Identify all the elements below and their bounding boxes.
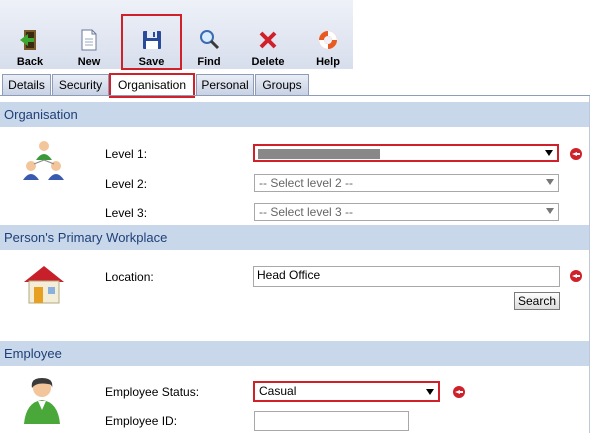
save-label: Save <box>138 56 165 68</box>
new-document-icon <box>81 29 97 51</box>
employee-avatar-icon <box>24 378 60 424</box>
tab-personal[interactable]: Personal <box>196 74 254 95</box>
lifebuoy-icon <box>319 31 337 49</box>
chevron-down-icon <box>546 208 554 214</box>
new-button[interactable]: New <box>64 26 114 68</box>
section-employee-header: Employee <box>0 341 590 366</box>
tab-divider <box>0 95 590 96</box>
location-field[interactable]: Head Office <box>253 266 560 287</box>
level2-select-value: -- Select level 2 -- <box>259 176 354 190</box>
section-organisation-header: Organisation <box>0 102 590 127</box>
level1-label: Level 1: <box>105 147 148 161</box>
tab-groups[interactable]: Groups <box>255 74 309 95</box>
back-button[interactable]: Back <box>5 26 55 68</box>
delete-x-icon <box>259 31 277 49</box>
level1-redacted-value <box>258 149 380 159</box>
help-label: Help <box>316 56 340 68</box>
toolbar-spacer <box>353 0 590 69</box>
back-door-icon <box>20 30 36 50</box>
search-button[interactable]: Search <box>514 292 560 310</box>
help-button[interactable]: Help <box>303 26 353 68</box>
level3-select[interactable]: -- Select level 3 -- <box>254 203 559 221</box>
level2-label: Level 2: <box>105 177 148 191</box>
required-indicator-icon <box>570 148 582 160</box>
employee-status-value: Casual <box>259 384 297 398</box>
required-indicator-icon <box>570 270 582 282</box>
new-label: New <box>77 56 101 68</box>
level1-select[interactable] <box>253 144 559 162</box>
toolbar: Back New Save Find Delete Help <box>0 0 353 70</box>
section-workplace-header: Person's Primary Workplace <box>0 225 590 250</box>
level3-label: Level 3: <box>105 206 148 220</box>
delete-label: Delete <box>251 56 285 68</box>
level3-select-value: -- Select level 3 -- <box>259 205 354 219</box>
find-label: Find <box>197 56 221 68</box>
employee-status-select[interactable]: Casual <box>253 381 440 402</box>
organisation-people-icon <box>23 141 64 180</box>
chevron-down-icon <box>545 150 553 156</box>
save-button[interactable]: Save <box>121 14 182 70</box>
tab-security[interactable]: Security <box>52 74 109 95</box>
floppy-disk-icon <box>142 31 161 49</box>
tab-details[interactable]: Details <box>2 74 51 95</box>
find-button[interactable]: Find <box>184 26 234 68</box>
magnifier-icon <box>200 30 220 50</box>
back-label: Back <box>16 56 44 68</box>
required-indicator-icon <box>453 386 465 398</box>
employee-id-label: Employee ID: <box>105 414 178 428</box>
chevron-down-icon <box>546 179 554 185</box>
employee-id-field[interactable] <box>254 411 409 431</box>
chevron-down-icon <box>426 389 434 395</box>
location-label: Location: <box>105 270 154 284</box>
employee-status-label: Employee Status: <box>105 385 200 399</box>
delete-button[interactable]: Delete <box>243 26 293 68</box>
level2-select[interactable]: -- Select level 2 -- <box>254 174 559 192</box>
house-icon <box>24 266 64 304</box>
